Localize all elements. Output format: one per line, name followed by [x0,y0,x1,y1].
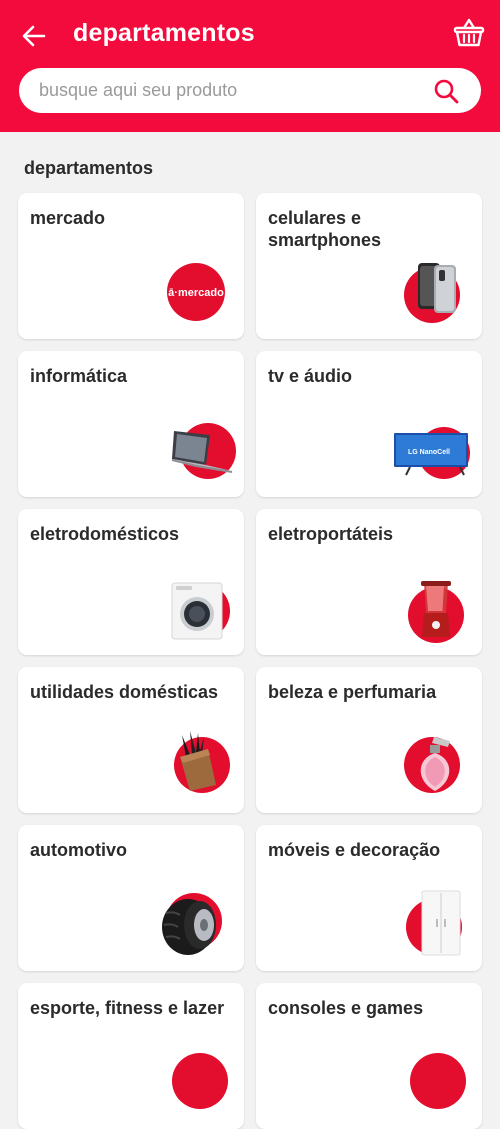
laptop-icon [170,421,236,485]
department-label: celulares e smartphones [268,208,382,250]
department-card-informatica[interactable]: informática [18,351,244,497]
department-label: informática [30,366,128,386]
mercado-logo-text: ā·mercado [168,287,224,299]
knife-block-icon [168,731,232,795]
departments-grid: mercado ā·mercado celulares e smartphone… [18,193,482,1129]
washing-machine-icon [168,577,232,641]
basket-icon [453,18,485,47]
department-label: utilidades domésticas [30,682,219,702]
arrow-left-icon [22,25,46,47]
tv-icon: LG NanoCell [394,421,470,485]
department-label: consoles e games [268,998,424,1018]
department-card-eletroportateis[interactable]: eletroportáteis [256,509,482,655]
department-card-eletrodomesticos[interactable]: eletrodomésticos [18,509,244,655]
department-card-celulares[interactable]: celulares e smartphones [256,193,482,339]
department-label: eletrodomésticos [30,524,180,544]
search-input[interactable] [39,68,419,113]
search-bar [19,68,481,113]
department-card-moveis[interactable]: móveis e decoração [256,825,482,971]
department-label: mercado [30,208,106,228]
department-label: automotivo [30,840,127,860]
department-card-consoles[interactable]: consoles e games [256,983,482,1129]
department-card-mercado[interactable]: mercado ā·mercado [18,193,244,339]
wardrobe-icon [406,890,470,956]
department-label: esporte, fitness e lazer [30,998,225,1018]
perfume-icon [404,733,468,797]
department-label: tv e áudio [268,366,353,386]
smartphone-icon [404,259,468,323]
tv-brand-text: LG NanoCell [408,449,450,456]
search-icon[interactable] [433,78,459,104]
department-card-utilidades[interactable]: utilidades domésticas [18,667,244,813]
page-title: departamentos [73,19,255,47]
department-card-tv-audio[interactable]: tv e áudio LG NanoCell [256,351,482,497]
department-card-esporte[interactable]: esporte, fitness e lazer [18,983,244,1129]
department-label: móveis e decoração [268,840,441,860]
console-icon [406,1049,470,1113]
app-header: departamentos [0,0,500,132]
section-title: departamentos [24,158,154,178]
tire-icon [160,891,224,955]
blender-icon [406,579,470,643]
department-label: eletroportáteis [268,524,394,544]
sport-icon [168,1049,232,1113]
back-button[interactable] [18,20,50,52]
cart-button[interactable] [452,16,486,50]
department-card-automotivo[interactable]: automotivo [18,825,244,971]
mercado-logo-icon: ā·mercado [166,262,226,322]
department-card-beleza[interactable]: beleza e perfumaria [256,667,482,813]
department-label: beleza e perfumaria [268,682,437,702]
